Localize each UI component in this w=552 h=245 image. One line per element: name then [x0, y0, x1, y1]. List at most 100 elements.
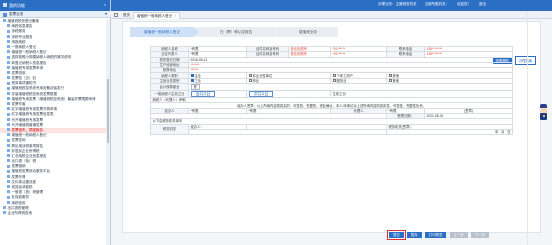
checkbox-icon[interactable]: [332, 74, 336, 78]
folder-icon: [7, 50, 10, 54]
print-preview-button[interactable]: 打印预览: [424, 232, 447, 238]
folder-icon: [7, 128, 10, 132]
folder-icon: [7, 97, 10, 101]
home-icon[interactable]: [114, 13, 118, 17]
submit-button[interactable]: 提交: [387, 230, 406, 240]
step-2-label: 归（票）种认定报告: [219, 30, 253, 34]
form-row-effective: 一般纳税人生效之日 当月1日 次月1日 生效之日：: [150, 90, 513, 99]
tab-home[interactable]: 首页: [120, 12, 133, 19]
folder-icon: [7, 86, 10, 90]
left-sidebar: 我的功能 × 发票业务 ▾ 增值税税务登记备案 纳税信息报告 涉税服务 涉税专业服务申…: [0, 0, 111, 245]
top-bar-item-1[interactable]: 办理业务：主管税务机关: [378, 2, 417, 6]
step-3: 增值税业务: [278, 27, 338, 37]
scrollbar-thumb[interactable]: [107, 79, 109, 143]
folder-icon: [7, 185, 10, 189]
checkbox-icon[interactable]: [248, 79, 252, 83]
chevron-down-icon[interactable]: ▾: [105, 11, 107, 16]
folder-icon: [3, 206, 6, 210]
next-step-button[interactable]: 下一步: [470, 232, 489, 238]
effective-opt-2[interactable]: 次月1日: [246, 90, 331, 99]
folder-icon: [7, 195, 10, 199]
folder-icon: [7, 200, 10, 204]
folder-icon: [7, 164, 10, 168]
sidebar-item-label: 增值税专用发票申请: [11, 65, 44, 70]
tab-registration[interactable]: 增值税一般纳税人登记 ×: [133, 12, 181, 19]
folder-icon: [7, 180, 10, 184]
day-label: 日: [507, 130, 511, 134]
business-opt-2-label: 商业: [252, 78, 260, 83]
sidebar-category[interactable]: 发票业务 ▾: [0, 11, 111, 18]
sidebar-item-label: 代开增值税普通发票: [11, 122, 44, 127]
sidebar-item-label: 文化事业建设费: [11, 179, 37, 184]
checkbox-icon[interactable]: [190, 79, 194, 83]
effective-opt-2-label[interactable]: 次月1日: [248, 91, 274, 97]
sidebar-item-label: 纳税信息报告: [11, 24, 33, 29]
tab-bar: 首页 增值税一般纳税人登记 ×: [111, 11, 552, 19]
sidebar-item-label: 增值税一般纳税人登记: [11, 133, 47, 138]
form-row-ymd: 年 月 日: [151, 128, 513, 136]
folder-icon: [7, 24, 10, 28]
step-3-label: 增值税业务: [299, 30, 317, 34]
sidebar-item-label: 存量增值税税控系统发票数据: [11, 91, 58, 96]
right-divider: [527, 11, 528, 245]
folder-icon: [7, 143, 10, 147]
tab-registration-label: 增值税一般纳税人登记: [137, 14, 172, 18]
checkbox-icon[interactable]: [332, 79, 336, 83]
tab-close-icon[interactable]: ×: [174, 14, 176, 18]
checkbox-icon[interactable]: [190, 74, 194, 78]
sidebar-item-label: 一般纳税人登记: [11, 44, 37, 49]
folder-icon: [7, 138, 10, 142]
effective-opt-1[interactable]: 当月1日: [188, 90, 247, 99]
checkbox-icon[interactable]: [388, 79, 392, 83]
checkbox-icon[interactable]: [248, 74, 252, 78]
folder-icon: [7, 45, 10, 49]
sidebar-item-label: 出口退（免）税: [11, 159, 37, 164]
sidebar-item-label: 发票作废: [11, 102, 26, 106]
sidebar-item-label: 涉税服务: [11, 29, 26, 34]
business-opt-4-label: 其他: [392, 78, 400, 83]
prev-step-button[interactable]: 上一步: [449, 232, 468, 238]
folder-icon: [7, 107, 10, 111]
folder-icon: [7, 29, 10, 33]
folder-icon: [3, 19, 6, 23]
assistant-mascot-icon[interactable]: [539, 104, 548, 120]
sidebar-item-label: 增值税发票综合服务平台: [11, 169, 51, 174]
sidebar-item-label: 企业所得税查询: [7, 210, 33, 215]
top-bar-item-2[interactable]: 当前所属机关：: [425, 2, 450, 6]
checkbox-icon[interactable]: [388, 74, 392, 78]
sidebar-item-label: 成品油消费税: [11, 185, 33, 189]
accounting-select[interactable]: 是: [188, 83, 513, 92]
guide-button[interactable]: 办理指南: [514, 56, 536, 65]
sidebar-item-label: 发票遗失、损毁报告: [11, 127, 44, 132]
sidebar-category-label: 发票业务: [9, 12, 24, 16]
sidebar-scrollbar[interactable]: [106, 19, 110, 245]
sidebar-item[interactable]: 企业所得税查询: [0, 211, 106, 216]
folder-icon: [7, 55, 10, 59]
folder-icon: [7, 81, 10, 85]
sidebar-item-label: 发票领用: [11, 70, 26, 75]
effective-date-field[interactable]: 生效之日：: [330, 90, 513, 99]
sidebar-item-label: 涉税专业服务: [11, 34, 33, 39]
folder-icon: [7, 34, 10, 38]
sidebar-title: 我的功能: [9, 3, 25, 8]
year-label: 年: [495, 130, 499, 134]
sidebar-item-label: 申报纳税: [11, 39, 26, 44]
sidebar-item-label: 增值税专用发票（增值税税控系统）最高开票限额申请: [11, 96, 96, 101]
accounting-select-value[interactable]: 是: [190, 84, 200, 90]
save-draft-button[interactable]: 暂存: [406, 232, 422, 238]
top-bar-item-4[interactable]: 退出: [479, 2, 486, 6]
sidebar-item-label: 发票验（交）旧: [11, 76, 37, 81]
close-icon[interactable]: ×: [104, 2, 106, 7]
form-row-accounting: 会计核算健全 是: [150, 83, 513, 92]
receiver-label: 税务机关: [150, 123, 189, 136]
effective-opt-1-label[interactable]: 当月1日: [190, 91, 216, 97]
step-1: 增值税一般纳税人登记: [130, 27, 199, 37]
sidebar-item-label: 选择按照小规模纳税人纳税的情况说明: [11, 55, 72, 60]
registration-form: 纳税人名称 *有限 证件名称及号码 营业执照号 *91****** 联系电话 1…: [150, 45, 513, 136]
folder-icon: [7, 71, 10, 75]
step-1-label: 增值税一般纳税人登记: [144, 30, 180, 34]
tab-home-label: 首页: [123, 13, 130, 17]
category-opt-3-label: 个体工商户: [336, 73, 353, 78]
step-2: 归（票）种认定报告: [196, 27, 281, 37]
sidebar-item-label: 跨区域涉税事项报告: [11, 143, 44, 148]
